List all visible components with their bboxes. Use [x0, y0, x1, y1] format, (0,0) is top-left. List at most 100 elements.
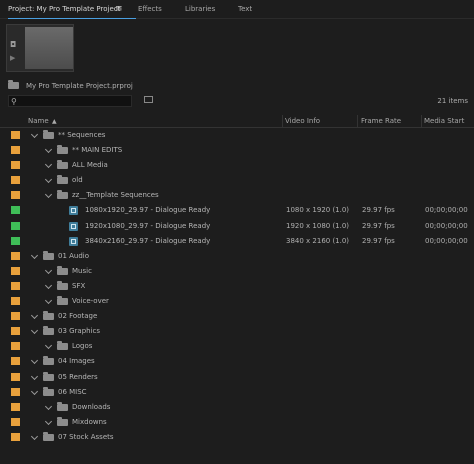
- label-color-swatch[interactable]: [11, 357, 20, 366]
- list-item[interactable]: SFX: [0, 279, 474, 294]
- play-icon[interactable]: ▶: [10, 55, 15, 62]
- label-color-swatch[interactable]: [11, 161, 20, 170]
- item-name[interactable]: 01 Audio: [58, 252, 89, 261]
- column-video-info[interactable]: Video Info: [285, 117, 320, 126]
- list-item[interactable]: 04 Images: [0, 354, 474, 369]
- panel-menu-icon[interactable]: ≡: [115, 4, 123, 14]
- column-divider[interactable]: [357, 115, 358, 127]
- list-item[interactable]: 07 Stock Assets: [0, 430, 474, 445]
- item-name[interactable]: Downloads: [72, 403, 110, 412]
- label-color-swatch[interactable]: [11, 432, 20, 441]
- chevron-down-icon[interactable]: [30, 312, 39, 320]
- list-item[interactable]: Downloads: [0, 400, 474, 415]
- label-color-swatch[interactable]: [11, 206, 20, 215]
- list-item[interactable]: Logos: [0, 339, 474, 354]
- search-input[interactable]: ⚲: [8, 95, 132, 107]
- column-divider[interactable]: [282, 115, 283, 127]
- item-name[interactable]: Logos: [72, 342, 92, 351]
- label-color-swatch[interactable]: [11, 266, 20, 275]
- folder-icon: [57, 296, 68, 306]
- item-name[interactable]: ALL Media: [72, 161, 108, 170]
- chevron-down-icon[interactable]: [44, 161, 53, 169]
- chevron-down-icon[interactable]: [30, 130, 39, 139]
- column-media-start[interactable]: Media Start: [424, 117, 464, 126]
- list-item[interactable]: 1080x1920_29.97 - Dialogue Ready 1080 x 1…: [0, 203, 474, 218]
- chevron-down-icon[interactable]: [30, 432, 39, 440]
- new-bin-icon[interactable]: [144, 96, 153, 103]
- chevron-down-icon[interactable]: [44, 402, 53, 410]
- list-item[interactable]: 03 Graphics: [0, 324, 474, 339]
- chevron-down-icon[interactable]: [30, 327, 39, 335]
- item-name[interactable]: old: [72, 176, 83, 185]
- list-item[interactable]: zz__Template Sequences: [0, 188, 474, 203]
- item-name[interactable]: 06 MISC: [58, 388, 87, 397]
- label-color-swatch[interactable]: [11, 387, 20, 396]
- list-item[interactable]: 06 MISC: [0, 385, 474, 400]
- label-color-swatch[interactable]: [11, 402, 20, 411]
- label-color-swatch[interactable]: [11, 146, 20, 155]
- label-color-swatch[interactable]: [11, 281, 20, 290]
- label-color-swatch[interactable]: [11, 327, 20, 336]
- tab-text[interactable]: Text: [238, 4, 252, 16]
- list-item[interactable]: Voice-over: [0, 294, 474, 309]
- list-item[interactable]: ** Sequences: [0, 128, 474, 143]
- chevron-down-icon[interactable]: [30, 387, 39, 395]
- column-divider[interactable]: [421, 115, 422, 127]
- list-item[interactable]: ALL Media: [0, 158, 474, 173]
- list-item[interactable]: Mixdowns: [0, 415, 474, 430]
- camera-icon[interactable]: ◘: [10, 41, 16, 49]
- item-name[interactable]: 1920x1080_29.97 - Dialogue Ready: [85, 222, 210, 231]
- sort-ascending-icon[interactable]: ▲: [52, 117, 57, 126]
- label-color-swatch[interactable]: [11, 221, 20, 230]
- item-name[interactable]: 07 Stock Assets: [58, 433, 114, 442]
- label-color-swatch[interactable]: [11, 191, 20, 200]
- chevron-down-icon[interactable]: [30, 357, 39, 365]
- tab-effects[interactable]: Effects: [138, 4, 162, 16]
- label-color-swatch[interactable]: [11, 417, 20, 426]
- item-name[interactable]: 02 Footage: [58, 312, 97, 321]
- label-color-swatch[interactable]: [11, 312, 20, 321]
- folder-icon: [43, 311, 54, 321]
- item-name[interactable]: 03 Graphics: [58, 327, 100, 336]
- list-item[interactable]: 3840x2160_29.97 - Dialogue Ready 3840 x 2…: [0, 234, 474, 249]
- chevron-down-icon[interactable]: [44, 146, 53, 154]
- chevron-down-icon[interactable]: [44, 176, 53, 184]
- item-name[interactable]: Mixdowns: [72, 418, 107, 427]
- list-item[interactable]: ** MAIN EDITS: [0, 143, 474, 158]
- list-item[interactable]: 1920x1080_29.97 - Dialogue Ready 1920 x 1…: [0, 219, 474, 234]
- item-name[interactable]: zz__Template Sequences: [72, 191, 159, 200]
- list-item[interactable]: old: [0, 173, 474, 188]
- label-color-swatch[interactable]: [11, 297, 20, 306]
- label-color-swatch[interactable]: [11, 251, 20, 260]
- list-item[interactable]: 05 Renders: [0, 370, 474, 385]
- tab-project[interactable]: Project: My Pro Template Project: [8, 4, 137, 19]
- chevron-down-icon[interactable]: [44, 296, 53, 305]
- chevron-down-icon[interactable]: [44, 191, 53, 199]
- list-item[interactable]: 01 Audio: [0, 249, 474, 264]
- label-color-swatch[interactable]: [11, 131, 20, 139]
- item-name[interactable]: Voice-over: [72, 297, 109, 306]
- item-name[interactable]: ** Sequences: [58, 131, 105, 140]
- item-name[interactable]: 1080x1920_29.97 - Dialogue Ready: [85, 206, 210, 215]
- tab-libraries[interactable]: Libraries: [185, 4, 215, 16]
- item-name[interactable]: ** MAIN EDITS: [72, 146, 122, 155]
- column-name[interactable]: Name: [28, 117, 49, 126]
- column-frame-rate[interactable]: Frame Rate: [361, 117, 401, 126]
- label-color-swatch[interactable]: [11, 342, 20, 351]
- item-name[interactable]: 04 Images: [58, 357, 95, 366]
- chevron-down-icon[interactable]: [44, 342, 53, 350]
- item-name[interactable]: SFX: [72, 282, 85, 291]
- label-color-swatch[interactable]: [11, 176, 20, 185]
- chevron-down-icon[interactable]: [30, 372, 39, 380]
- list-item[interactable]: Music: [0, 264, 474, 279]
- item-name[interactable]: 3840x2160_29.97 - Dialogue Ready: [85, 237, 210, 246]
- item-name[interactable]: Music: [72, 267, 92, 276]
- item-name[interactable]: 05 Renders: [58, 373, 98, 382]
- label-color-swatch[interactable]: [11, 372, 20, 381]
- chevron-down-icon[interactable]: [30, 251, 39, 259]
- chevron-down-icon[interactable]: [44, 266, 53, 274]
- label-color-swatch[interactable]: [11, 236, 20, 245]
- chevron-down-icon[interactable]: [44, 281, 53, 289]
- chevron-down-icon[interactable]: [44, 417, 53, 425]
- list-item[interactable]: 02 Footage: [0, 309, 474, 324]
